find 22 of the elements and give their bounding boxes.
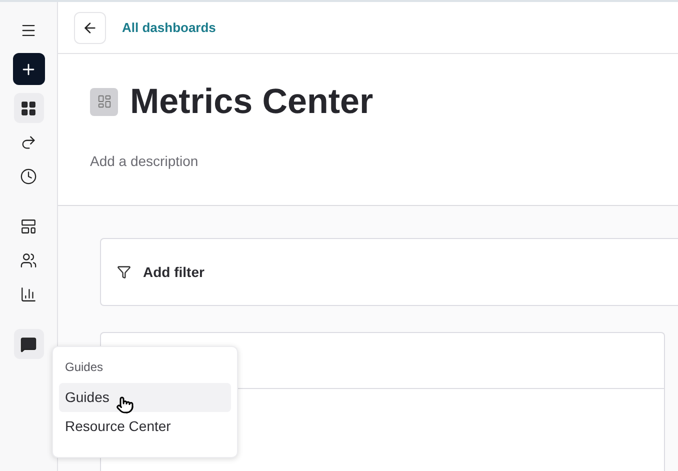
menu-item[interactable]: Guides [59, 383, 231, 412]
chat-bubble-icon [20, 336, 37, 352]
new-button[interactable] [12, 53, 44, 85]
clock-icon [20, 168, 37, 184]
grid-icon [20, 100, 37, 116]
menu-heading: Guides [64, 359, 104, 376]
description-field[interactable]: Add a description [90, 151, 646, 172]
all-dashboards-link[interactable]: All dashboards [122, 18, 216, 38]
users-icon [20, 252, 37, 268]
redo-arrow-icon [20, 134, 37, 150]
back-button[interactable] [74, 12, 106, 44]
filter-icon [117, 265, 131, 279]
add-filter-button[interactable]: Add filter [117, 262, 204, 282]
back-arrow-icon [82, 20, 98, 36]
dashboard-title[interactable]: Metrics Center [130, 84, 374, 119]
dashboard-icon [90, 88, 118, 116]
sidebar-item[interactable] [14, 93, 44, 123]
bar-chart-icon [20, 286, 37, 302]
menu-item[interactable]: Resource Center [59, 412, 231, 441]
sidebar-item[interactable] [14, 329, 44, 359]
hand-cursor-icon [116, 396, 134, 414]
layout-icon [20, 218, 37, 234]
